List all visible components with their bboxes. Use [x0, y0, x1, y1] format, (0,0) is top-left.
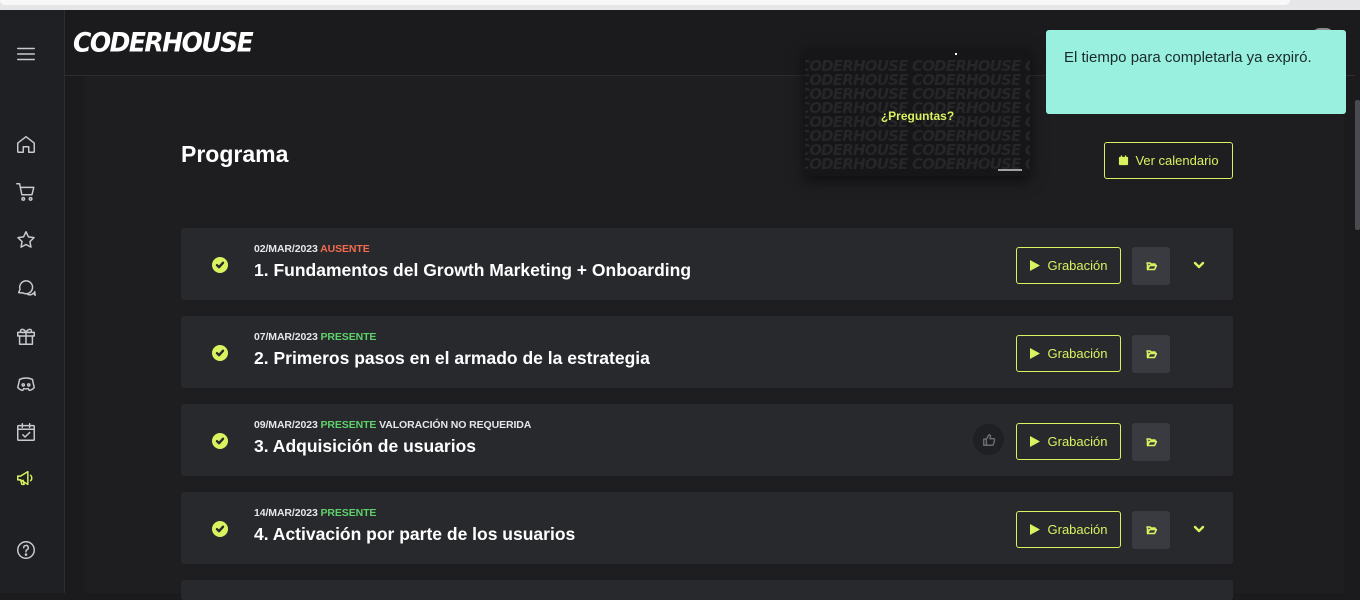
home-icon[interactable] — [14, 132, 38, 156]
browser-top-strip — [0, 0, 1360, 10]
chevron-down-icon[interactable] — [1193, 257, 1207, 271]
class-date: 14/MAR/2023 — [254, 507, 318, 519]
help-icon[interactable] — [14, 538, 38, 562]
recording-button[interactable]: Grabación — [1016, 423, 1121, 460]
discord-icon[interactable] — [14, 372, 38, 396]
class-card[interactable]: 07/MAR/2023 PRESENTE 2. Primeros pasos e… — [181, 316, 1233, 388]
recording-button[interactable]: Grabación — [1016, 511, 1121, 548]
video-overlay-text: ¿Preguntas? — [880, 109, 955, 123]
folder-open-icon — [1145, 526, 1157, 535]
video-preview[interactable]: CODERHOUSE CODERHOUSE CODERHOUSE CODERHO… — [805, 49, 1030, 176]
class-meta: 07/MAR/2023 PRESENTE — [254, 331, 376, 343]
class-title[interactable]: 2. Primeros pasos en el armado de la est… — [254, 348, 650, 369]
class-date: 07/MAR/2023 — [254, 331, 318, 343]
class-status: PRESENTE — [320, 507, 377, 519]
star-icon[interactable] — [14, 228, 38, 252]
video-watermark — [998, 169, 1022, 171]
class-status: AUSENTE — [320, 243, 370, 255]
class-date: 09/MAR/2023 — [254, 419, 318, 431]
recording-label: Grabación — [1047, 346, 1108, 361]
class-status: PRESENTE — [320, 419, 377, 431]
calendar-check-icon[interactable] — [14, 420, 38, 444]
view-calendar-button[interactable]: Ver calendario — [1104, 142, 1233, 179]
class-date: 02/MAR/2023 — [254, 243, 318, 255]
materials-button[interactable] — [1132, 335, 1170, 373]
recording-label: Grabación — [1047, 434, 1108, 449]
view-calendar-label: Ver calendario — [1135, 153, 1219, 168]
materials-button[interactable] — [1132, 423, 1170, 461]
chat-icon[interactable] — [14, 276, 38, 300]
play-icon — [1029, 260, 1040, 271]
class-card-partial — [181, 580, 1233, 600]
chevron-down-icon[interactable] — [1193, 521, 1207, 535]
folder-open-icon — [1145, 262, 1157, 271]
recording-label: Grabación — [1047, 258, 1108, 273]
recording-label: Grabación — [1047, 522, 1108, 537]
recording-button[interactable]: Grabación — [1016, 247, 1121, 284]
class-title[interactable]: 3. Adquisición de usuarios — [254, 436, 476, 457]
scrollbar[interactable] — [1355, 100, 1360, 230]
gift-icon[interactable] — [14, 324, 38, 348]
menu-icon[interactable] — [14, 42, 38, 66]
materials-button[interactable] — [1132, 511, 1170, 549]
cart-icon[interactable] — [14, 180, 38, 204]
play-icon — [1029, 436, 1040, 447]
class-card[interactable]: 02/MAR/2023 AUSENTE 1. Fundamentos del G… — [181, 228, 1233, 300]
check-circle-icon — [212, 521, 228, 537]
sidebar — [0, 10, 65, 593]
class-meta: 02/MAR/2023 AUSENTE — [254, 243, 370, 255]
class-meta: 14/MAR/2023 PRESENTE — [254, 507, 376, 519]
coderhouse-logo[interactable]: CODERHOUSE — [73, 27, 254, 57]
class-meta: 09/MAR/2023 PRESENTE VALORACIÓN NO REQUE… — [254, 419, 531, 431]
calendar-icon — [1119, 155, 1129, 166]
check-circle-icon — [212, 257, 228, 273]
class-title[interactable]: 4. Activación por parte de los usuarios — [254, 524, 575, 545]
class-title[interactable]: 1. Fundamentos del Growth Marketing + On… — [254, 260, 691, 281]
folder-open-icon — [1145, 438, 1157, 447]
recording-button[interactable]: Grabación — [1016, 335, 1121, 372]
browser-tab-bar — [0, 0, 1290, 5]
check-circle-icon — [212, 433, 228, 449]
megaphone-icon[interactable] — [14, 466, 38, 490]
video-indicator-dot — [955, 53, 957, 55]
class-status: PRESENTE — [320, 331, 377, 343]
page-title: Programa — [181, 141, 289, 167]
play-icon — [1029, 348, 1040, 359]
thumbs-up-icon[interactable] — [973, 424, 1004, 455]
folder-open-icon — [1145, 350, 1157, 359]
class-card[interactable]: 09/MAR/2023 PRESENTE VALORACIÓN NO REQUE… — [181, 404, 1233, 476]
class-rating-note: VALORACIÓN NO REQUERIDA — [379, 419, 532, 431]
check-circle-icon — [212, 345, 228, 361]
play-icon — [1029, 524, 1040, 535]
materials-button[interactable] — [1132, 247, 1170, 285]
class-card[interactable]: 14/MAR/2023 PRESENTE 4. Activación por p… — [181, 492, 1233, 564]
toast-notification[interactable]: El tiempo para completarla ya expiró. — [1046, 30, 1346, 114]
